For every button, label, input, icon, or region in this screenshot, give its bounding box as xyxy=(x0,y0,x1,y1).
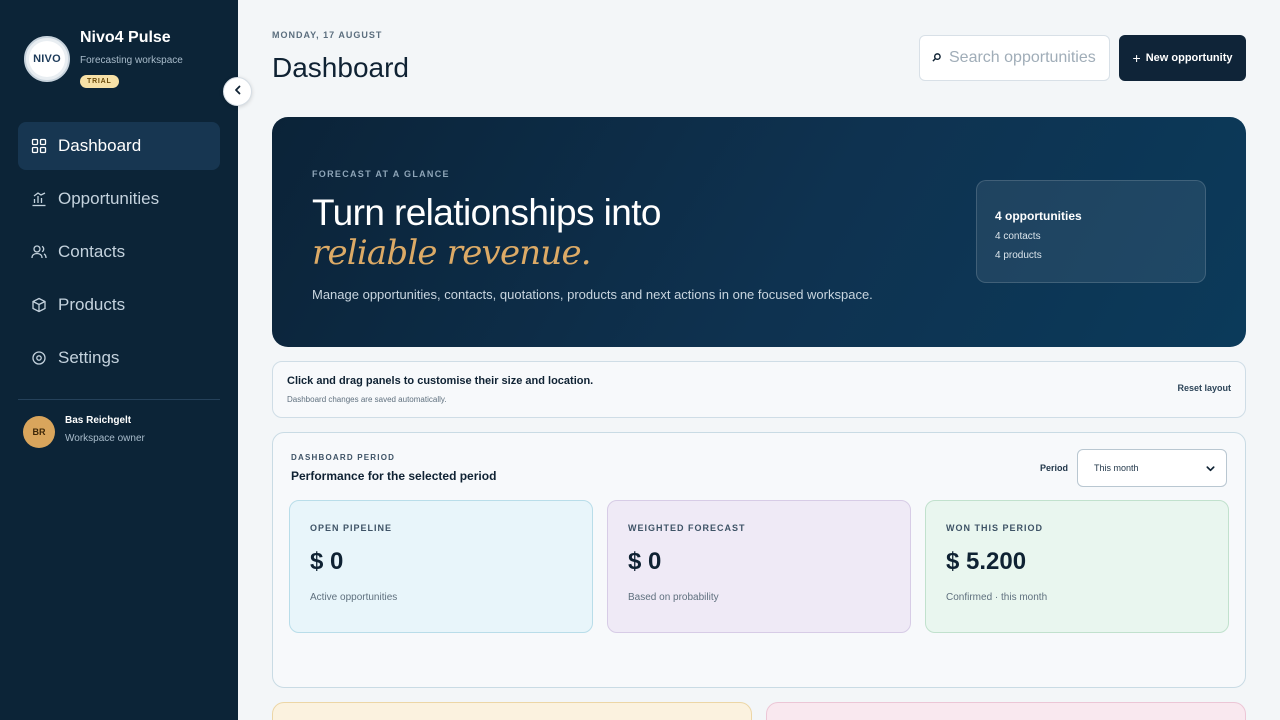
grid-icon xyxy=(30,137,48,155)
hero-title: Turn relationships into xyxy=(312,192,661,233)
sidebar-item-label: Products xyxy=(58,295,126,314)
panel-title: Performance for the selected period xyxy=(291,469,497,483)
logo-text: NIVO xyxy=(33,53,61,65)
card-label: WON THIS PERIOD xyxy=(946,523,1044,533)
brand-subtitle: Forecasting workspace xyxy=(80,55,183,66)
users-icon xyxy=(30,243,48,261)
search-input[interactable] xyxy=(949,49,1109,67)
bottom-panel-right[interactable] xyxy=(766,702,1246,720)
new-opportunity-label: New opportunity xyxy=(1145,52,1233,64)
search-icon xyxy=(932,49,941,67)
won-this-period-card: WON THIS PERIOD $ 5.200 Confirmed · this… xyxy=(925,500,1229,633)
current-date: MONDAY, 17 AUGUST xyxy=(272,30,383,40)
panel-eyebrow: DASHBOARD PERIOD xyxy=(291,453,396,462)
chart-icon xyxy=(30,190,48,208)
sidebar-item-label: Contacts xyxy=(58,242,126,261)
sidebar-item-contacts[interactable]: Contacts xyxy=(18,228,220,276)
hero-description: Manage opportunities, contacts, quotatio… xyxy=(312,287,873,302)
page-title: Dashboard xyxy=(272,52,409,83)
sidebar-item-label: Opportunities xyxy=(58,189,160,208)
reset-layout-button[interactable]: Reset layout xyxy=(1177,383,1231,393)
products-count: 4 products xyxy=(995,250,1042,261)
sidebar: NIVO Nivo4 Pulse Forecasting workspace T… xyxy=(0,0,238,720)
card-subtitle: Active opportunities xyxy=(310,592,398,603)
card-label: OPEN PIPELINE xyxy=(310,523,393,533)
forecast-hero: FORECAST AT A GLANCE Turn relationships … xyxy=(272,117,1246,347)
brand-logo[interactable]: NIVO xyxy=(24,36,70,82)
brand-info: Nivo4 Pulse Forecasting workspace TRIAL xyxy=(80,29,220,88)
gear-icon xyxy=(30,349,48,367)
chevron-down-icon xyxy=(1205,463,1216,476)
period-label: Period xyxy=(1040,463,1069,473)
card-value: $ 0 xyxy=(628,548,662,575)
card-subtitle: Confirmed · this month xyxy=(946,592,1048,603)
sidebar-item-opportunities[interactable]: Opportunities xyxy=(18,175,220,223)
user-name: Bas Reichgelt xyxy=(65,414,132,426)
period-select[interactable]: This month xyxy=(1077,449,1227,487)
avatar: BR xyxy=(23,416,55,448)
weighted-forecast-card: WEIGHTED FORECAST $ 0 Based on probabili… xyxy=(607,500,911,633)
user-role: Workspace owner xyxy=(65,432,145,444)
card-value: $ 5.200 xyxy=(946,548,1027,575)
sidebar-item-settings[interactable]: Settings xyxy=(18,334,220,382)
sidebar-divider xyxy=(18,399,220,400)
hero-stats-card: 4 opportunities 4 contacts 4 products xyxy=(976,180,1206,283)
layout-info-bar: Click and drag panels to customise their… xyxy=(272,361,1246,418)
plus-icon: + xyxy=(1132,50,1141,66)
collapse-sidebar-button[interactable] xyxy=(223,77,252,106)
contacts-count: 4 contacts xyxy=(995,231,1041,242)
brand-name: Nivo4 Pulse xyxy=(80,29,171,46)
user-info: Bas Reichgelt Workspace owner xyxy=(65,415,145,444)
sidebar-item-dashboard[interactable]: Dashboard xyxy=(18,122,220,170)
search-box[interactable] xyxy=(919,35,1110,81)
open-pipeline-card: OPEN PIPELINE $ 0 Active opportunities xyxy=(289,500,593,633)
card-value: $ 0 xyxy=(310,548,344,575)
opportunities-count: 4 opportunities xyxy=(995,209,1082,223)
sidebar-item-products[interactable]: Products xyxy=(18,281,220,329)
trial-badge: TRIAL xyxy=(80,75,119,88)
bottom-panel-left[interactable] xyxy=(272,702,752,720)
period-panel[interactable]: DASHBOARD PERIOD Performance for the sel… xyxy=(272,432,1246,688)
brand: NIVO Nivo4 Pulse Forecasting workspace T… xyxy=(24,29,183,88)
card-subtitle: Based on probability xyxy=(628,592,719,603)
chevron-left-icon xyxy=(232,84,244,99)
hero-eyebrow: FORECAST AT A GLANCE xyxy=(312,169,450,179)
info-subtitle: Dashboard changes are saved automaticall… xyxy=(287,395,447,404)
user-profile[interactable]: BR Bas Reichgelt Workspace owner xyxy=(23,415,145,448)
sidebar-nav: Dashboard Opportunities Contacts Product… xyxy=(18,122,220,387)
period-select-value: This month xyxy=(1094,463,1139,473)
hero-accent: reliable revenue. xyxy=(312,233,592,273)
sidebar-item-label: Settings xyxy=(58,348,120,367)
sidebar-item-label: Dashboard xyxy=(58,136,142,155)
info-title: Click and drag panels to customise their… xyxy=(287,375,594,387)
new-opportunity-button[interactable]: + New opportunity xyxy=(1119,35,1246,81)
card-label: WEIGHTED FORECAST xyxy=(628,523,746,533)
box-icon xyxy=(30,296,48,314)
